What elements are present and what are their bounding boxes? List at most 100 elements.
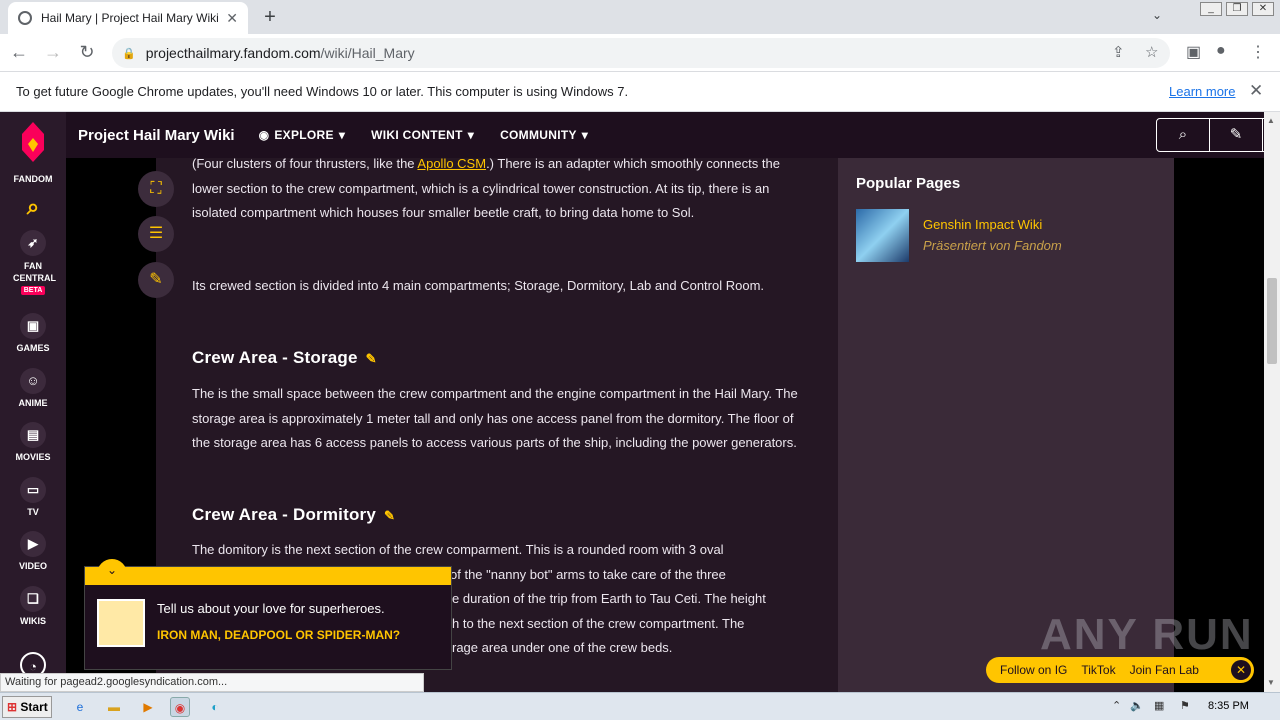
fandom-logo-icon[interactable]	[16, 120, 50, 166]
wiki-tools: ⌕ ✎ ☼	[1156, 118, 1280, 152]
book-icon: ❏	[20, 586, 46, 612]
movies-label: MOVIES	[15, 452, 51, 462]
menu-kebab-icon[interactable]: ⋮	[1250, 42, 1266, 62]
scrollbar-thumb[interactable]	[1267, 278, 1277, 364]
collapse-chevron-icon[interactable]: ⌄	[97, 559, 127, 581]
sidebar-item-tv[interactable]: ▭ TV	[0, 477, 66, 517]
sidebar-item-wikis[interactable]: ❏ WIKIS	[0, 586, 66, 626]
paragraph-engine: (Four clusters of four thrusters, like t…	[192, 152, 804, 226]
paragraph-dormitory-line3: e duration of the trip from Earth to Tau…	[452, 591, 766, 606]
sidebar-item-movies[interactable]: ▤ MOVIES	[0, 422, 66, 462]
scroll-down-icon[interactable]: ▼	[1267, 678, 1275, 687]
nav-explore[interactable]: ◉ EXPLORE ▾	[259, 128, 346, 142]
paragraph-dormitory-line5: rage area under one of the crew beds.	[452, 640, 673, 655]
fandom-brand-label[interactable]: FANDOM	[0, 174, 66, 184]
new-tab-button[interactable]: +	[260, 6, 280, 29]
explorer-icon[interactable]: ▬	[104, 697, 124, 717]
superhero-poll-card[interactable]: ⌄ Tell us about your love for superheroe…	[84, 559, 452, 670]
section-edit-icon[interactable]: ✎	[384, 508, 395, 523]
close-window-icon[interactable]: ✕	[1252, 2, 1274, 16]
sidebar-item-fan-central[interactable]: ➶ FAN CENTRAL BETA	[0, 230, 66, 295]
nav-wiki-content[interactable]: WIKI CONTENT ▾	[371, 128, 474, 142]
tab-strip: Hail Mary | Project Hail Mary Wiki | F ✕…	[0, 0, 1280, 34]
compass-icon: ◉	[258, 128, 270, 142]
social-bar: Follow on IG TikTok Join Fan Lab ✕	[986, 657, 1254, 683]
tv-label: TV	[27, 507, 39, 517]
wiki-title[interactable]: Project Hail Mary Wiki	[78, 127, 235, 144]
learn-more-link[interactable]: Learn more	[1169, 84, 1235, 99]
globe-icon	[18, 11, 32, 25]
fullscreen-icon[interactable]: ⛶	[138, 171, 174, 207]
volume-icon[interactable]: 🔈	[1130, 699, 1144, 712]
infobar-message: To get future Google Chrome updates, you…	[16, 84, 629, 99]
section-edit-icon[interactable]: ✎	[366, 351, 377, 366]
tv-icon: ▭	[20, 477, 46, 503]
paragraph-compartments: Its crewed section is divided into 4 mai…	[192, 278, 765, 293]
apollo-csm-link[interactable]: Apollo CSM	[417, 156, 486, 171]
page-scrollbar[interactable]: ▲ ▼	[1264, 112, 1280, 692]
update-infobar: To get future Google Chrome updates, you…	[0, 72, 1280, 112]
follow-ig-link[interactable]: Follow on IG	[1000, 663, 1067, 677]
start-button[interactable]: ⊞ Start	[2, 696, 52, 718]
heading-storage-text: Crew Area - Storage	[192, 348, 358, 367]
wiki-search-icon[interactable]: ⌕	[1157, 119, 1210, 151]
bookmark-star-icon[interactable]: ☆	[1145, 43, 1158, 61]
flag-icon[interactable]: ⚑	[1180, 699, 1190, 712]
status-bubble: Waiting for pagead2.googlesyndication.co…	[0, 673, 424, 692]
join-fan-lab-link[interactable]: Join Fan Lab	[1130, 663, 1199, 677]
paragraph-storage: The is the small space between the crew …	[192, 386, 798, 450]
nav-community-label: COMMUNITY	[500, 128, 577, 142]
search-icon[interactable]: ⌕	[0, 194, 66, 220]
infobar-close-icon[interactable]: ✕	[1249, 81, 1263, 101]
tiktok-link[interactable]: TikTok	[1081, 663, 1115, 677]
poll-answer-link[interactable]: IRON MAN, DEADPOOL OR SPIDER-MAN?	[157, 627, 417, 643]
media-player-icon[interactable]: ▶	[138, 697, 158, 717]
address-bar[interactable]: 🔒 projecthailmary.fandom.com/wiki/Hail_M…	[112, 38, 1170, 68]
ie-icon[interactable]: e	[70, 697, 90, 717]
anime-face-icon: ☺	[20, 368, 46, 394]
back-icon[interactable]: ←	[4, 42, 34, 63]
anyrun-watermark: ANY RUN	[1040, 610, 1254, 659]
wikis-label: WIKIS	[20, 616, 46, 626]
tab-search-icon[interactable]: ⌄	[1152, 8, 1162, 22]
nav-explore-label: EXPLORE	[274, 128, 334, 142]
discussions-icon[interactable]: ✎	[1210, 119, 1263, 151]
lock-icon[interactable]: 🔒	[122, 47, 136, 60]
p1-text-before: (Four clusters of four thrusters, like t…	[192, 156, 418, 171]
browser-toolbar: ← → ↻ 🔒 projecthailmary.fandom.com/wiki/…	[0, 34, 1280, 72]
sidebar-item-anime[interactable]: ☺ ANIME	[0, 368, 66, 408]
minimize-icon[interactable]: _	[1200, 2, 1222, 16]
heading-dormitory-text: Crew Area - Dormitory	[192, 505, 377, 524]
forward-icon[interactable]: →	[38, 42, 68, 63]
side-panel-icon[interactable]: ▣	[1186, 42, 1201, 62]
popular-page-link[interactable]: Genshin Impact Wiki	[923, 217, 1042, 232]
chrome-icon[interactable]: ◉	[170, 697, 190, 717]
windows-taskbar: ⊞ Start e ▬ ▶ ◉ ◐ ⌃ 🔈 ▦ ⚑ 8:35 PM	[0, 692, 1280, 720]
scroll-up-icon[interactable]: ▲	[1267, 116, 1275, 125]
tray-expand-icon[interactable]: ⌃	[1112, 699, 1121, 712]
reload-icon[interactable]: ↻	[72, 42, 102, 63]
share-icon[interactable]: ⇪	[1112, 43, 1125, 61]
fandom-global-nav: FANDOM ⌕ ➶ FAN CENTRAL BETA ▣ GAMES ☺ AN…	[0, 112, 66, 692]
edit-pencil-icon[interactable]: ✎	[138, 262, 174, 298]
restore-icon[interactable]: ❐	[1226, 2, 1248, 16]
profile-icon[interactable]: ●	[1216, 42, 1226, 60]
heading-crew-dormitory: Crew Area - Dormitory ✎	[192, 505, 395, 525]
edge-icon[interactable]: ◐	[205, 697, 225, 717]
taskbar-clock[interactable]: 8:35 PM	[1208, 700, 1249, 712]
sidebar-item-video[interactable]: ▶ VIDEO	[0, 531, 66, 571]
start-label: Start	[20, 700, 48, 714]
popular-page-thumbnail[interactable]	[856, 209, 909, 262]
caret-down-icon: ▾	[467, 128, 475, 142]
network-icon[interactable]: ▦	[1154, 699, 1164, 712]
social-close-icon[interactable]: ✕	[1231, 660, 1251, 680]
sidebar-item-games[interactable]: ▣ GAMES	[0, 313, 66, 353]
url-host: projecthailmary.fandom.com	[145, 45, 321, 61]
tab-close-icon[interactable]: ✕	[226, 10, 238, 27]
nav-community[interactable]: COMMUNITY ▾	[500, 128, 588, 142]
video-label: VIDEO	[18, 561, 47, 571]
browser-tab[interactable]: Hail Mary | Project Hail Mary Wiki | F ✕	[8, 2, 248, 34]
play-icon: ▶	[20, 531, 46, 557]
toc-list-icon[interactable]: ☰	[138, 216, 174, 252]
paragraph-dormitory-line1: The domitory is the next section of the …	[192, 542, 724, 557]
